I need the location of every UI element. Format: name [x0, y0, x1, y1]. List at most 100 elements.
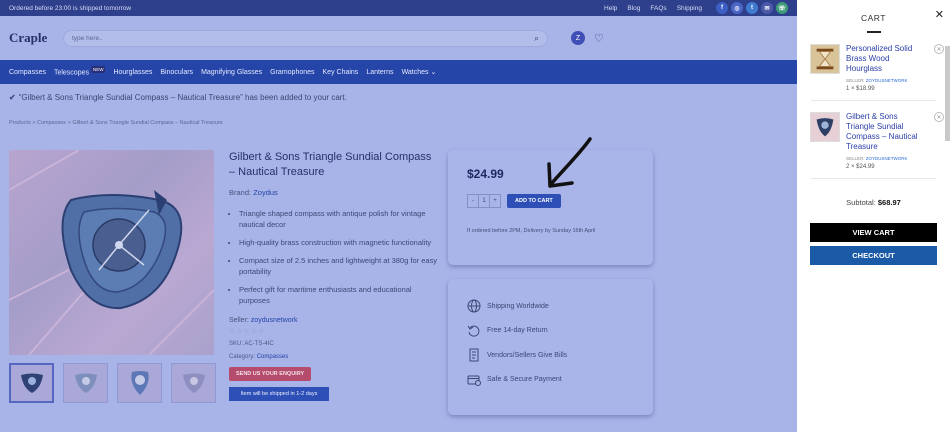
qty-input[interactable]: 1: [478, 195, 490, 207]
info-label: Free 14-day Return: [487, 327, 548, 335]
brand-link[interactable]: Zoydus: [253, 188, 278, 197]
subtotal-row: Subtotal: $68.97: [811, 198, 936, 207]
added-to-cart-notice: ✔ “Gilbert & Sons Triangle Sundial Compas…: [0, 84, 797, 115]
faqs-link[interactable]: FAQs: [650, 5, 666, 12]
cart-item-qty-price: 1 × $18.99: [846, 86, 875, 92]
search-icon[interactable]: ⌕: [534, 33, 539, 44]
thumbnail-4[interactable]: [171, 363, 216, 403]
info-secure-payment: Safe & Secure Payment: [467, 368, 634, 393]
nav-watches[interactable]: Watches ⌄: [402, 68, 437, 76]
delivery-estimate: If ordered before 2PM, Delivery by Sunda…: [467, 228, 596, 234]
cart-item-seller: SELLER: ZOYDUSNETWORK: [846, 156, 919, 161]
chevron-down-icon: ⌄: [430, 69, 437, 76]
shipping-link[interactable]: Shipping: [677, 5, 702, 12]
cart-drawer: ✕ CART Personalized Solid Brass Wood Hou…: [797, 0, 950, 432]
breadcrumb-compasses[interactable]: Compasses: [37, 120, 66, 126]
feature-item: Triangle shaped compass with antique pol…: [239, 208, 439, 231]
globe-icon: [467, 299, 481, 313]
info-free-return: Free 14-day Return: [467, 319, 634, 344]
help-link[interactable]: Help: [604, 5, 617, 12]
mail-icon[interactable]: ✉: [761, 2, 773, 14]
cart-scrollbar[interactable]: [945, 46, 950, 141]
notice-text: “Gilbert & Sons Triangle Sundial Compass…: [18, 93, 347, 102]
seller-label: SELLER:: [846, 156, 865, 161]
nav-gramophones[interactable]: Gramophones: [270, 69, 314, 76]
twitter-icon[interactable]: t: [746, 2, 758, 14]
breadcrumb-products[interactable]: Products: [9, 120, 31, 126]
hourglass-thumbnail-image[interactable]: [810, 44, 840, 74]
category-row: Category: Compasses: [229, 354, 439, 360]
topbar-links: Help Blog FAQs Shipping f ◎ t ✉ ☏: [604, 2, 788, 14]
nav-magnifying-glasses[interactable]: Magnifying Glasses: [201, 69, 262, 76]
blog-link[interactable]: Blog: [627, 5, 640, 12]
nav-lanterns[interactable]: Lanterns: [366, 69, 393, 76]
title-underline: [866, 31, 881, 33]
logo[interactable]: Craple: [9, 30, 63, 46]
rating-stars: ☆☆☆☆☆: [229, 328, 266, 336]
cart-item-qty-price: 2 × $24.99: [846, 164, 875, 170]
nav-binoculars[interactable]: Binoculars: [160, 69, 193, 76]
add-to-cart-button[interactable]: ADD TO CART: [507, 194, 561, 208]
breadcrumb-current: Gilbert & Sons Triangle Sundial Compass …: [72, 120, 223, 126]
product-info: Gilbert & Sons Triangle Sundial Compass …: [229, 150, 439, 402]
enquiry-button[interactable]: SEND US YOUR ENQUIRY: [229, 367, 312, 382]
checkout-button[interactable]: CHECKOUT: [810, 246, 937, 265]
brand-label: Brand:: [229, 187, 252, 197]
search-placeholder: type here..: [72, 34, 103, 42]
whatsapp-icon[interactable]: ☏: [776, 2, 788, 14]
info-vendors-bills: Vendors/Sellers Give Bills: [467, 343, 634, 368]
info-label: Shipping Worldwide: [487, 302, 549, 310]
remove-item-icon[interactable]: ✕: [934, 112, 944, 122]
seller-label: SELLER:: [846, 78, 865, 83]
brand-row: Brand: Zoydus: [229, 188, 439, 197]
facebook-icon[interactable]: f: [716, 2, 728, 14]
qty-increase-button[interactable]: +: [490, 195, 500, 207]
product-main-image[interactable]: [9, 150, 214, 355]
cart-item-seller-link[interactable]: ZOYDUSNETWORK: [866, 78, 908, 83]
thumbnail-1[interactable]: [9, 363, 54, 403]
feature-list: Triangle shaped compass with antique pol…: [229, 208, 439, 307]
subtotal-label: Subtotal:: [846, 198, 876, 207]
cart-item-seller-link[interactable]: ZOYDUSNETWORK: [866, 156, 908, 161]
nav-telescopes[interactable]: Telescopes NEW: [54, 66, 106, 77]
feature-item: High-quality brass construction with mag…: [239, 237, 439, 249]
compass-thumbnail-image[interactable]: [810, 112, 840, 142]
avatar[interactable]: Z: [571, 31, 585, 45]
seller-link[interactable]: zoydusnetwork: [251, 317, 298, 324]
instagram-icon[interactable]: ◎: [731, 2, 743, 14]
product-title: Gilbert & Sons Triangle Sundial Compass …: [229, 151, 432, 178]
info-label: Vendors/Sellers Give Bills: [487, 351, 568, 359]
nav-hourglasses[interactable]: Hourglasses: [113, 69, 152, 76]
wishlist-heart-icon[interactable]: ♡: [594, 32, 604, 45]
cart-item-name[interactable]: Gilbert & Sons Triangle Sundial Compass …: [846, 112, 919, 152]
nav-watches-label: Watches: [401, 69, 429, 76]
cart-item-name[interactable]: Personalized Solid Brass Wood Hourglass: [846, 44, 919, 74]
view-cart-button[interactable]: VIEW CART: [810, 223, 937, 242]
sku-text: SKU: AC-TS-4IC: [229, 341, 274, 348]
nav-compasses[interactable]: Compasses: [9, 69, 46, 76]
service-info-box: Shipping Worldwide Free 14-day Return Ve…: [448, 279, 653, 415]
cart-title: CART: [861, 13, 886, 23]
shipping-notice: Ordered before 23:00 is shipped tomorrow: [9, 4, 132, 12]
qty-decrease-button[interactable]: -: [468, 195, 478, 207]
close-icon[interactable]: ✕: [935, 8, 944, 21]
cart-item-seller: SELLER: ZOYDUSNETWORK: [846, 78, 919, 83]
remove-item-icon[interactable]: ✕: [934, 44, 944, 54]
category-label: Category:: [229, 354, 256, 361]
compass-thumbnail-image: [182, 373, 205, 393]
feature-item: Perfect gift for maritime enthusiasts an…: [239, 284, 439, 307]
topbar: Ordered before 23:00 is shipped tomorrow…: [0, 0, 797, 16]
check-icon: ✔: [9, 93, 16, 102]
breadcrumb: Products > Compasses > Gilbert & Sons Tr…: [9, 120, 223, 126]
new-badge: NEW: [90, 66, 106, 74]
category-link[interactable]: Compasses: [257, 354, 289, 360]
social-links: f ◎ t ✉ ☏: [716, 2, 788, 14]
cart-item: Gilbert & Sons Triangle Sundial Compass …: [810, 112, 944, 179]
thumbnail-3[interactable]: [117, 363, 162, 403]
quantity-row: - 1 + ADD TO CART: [467, 194, 634, 208]
nav-key-chains[interactable]: Key Chains: [323, 69, 359, 76]
header: Craple type here.. ⌕ Z ♡: [0, 16, 797, 60]
shipping-time-badge: Item will be shipped in 1-2 days: [229, 387, 329, 402]
search-input[interactable]: type here.. ⌕: [63, 29, 548, 47]
thumbnail-2[interactable]: [63, 363, 108, 403]
